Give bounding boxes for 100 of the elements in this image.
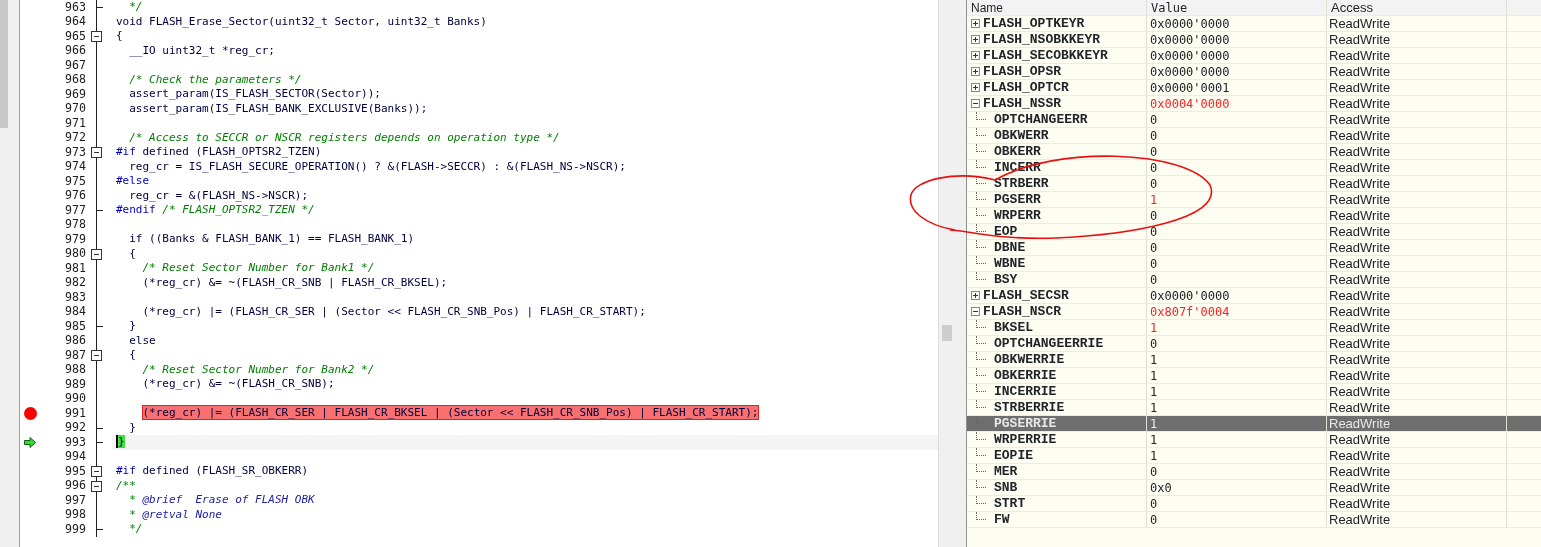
collapse-icon[interactable] [91,466,102,477]
vertical-scrollbar[interactable] [938,0,955,547]
register-name: FLASH_NSSR [983,94,1061,113]
register-name: OPTCHANGEERR [994,110,1088,129]
collapse-icon[interactable] [91,31,102,42]
register-name: BKSEL [994,318,1033,337]
access-mode: ReadWrite [1329,382,1391,401]
code-line: (*reg_cr) &= ~(FLASH_CR_SNB); [141,376,335,392]
access-mode: ReadWrite [1329,366,1391,385]
register-name: WRPERR [994,206,1041,225]
access-mode: ReadWrite [1329,334,1391,353]
breakpoint-icon[interactable] [23,406,37,420]
access-mode: ReadWrite [1329,238,1391,257]
code-line: #endif /* FLASH_OPTSR2_TZEN */ [116,202,315,218]
register-name: OBKERRIE [994,366,1057,385]
expand-icon[interactable] [971,291,980,300]
access-mode: ReadWrite [1329,110,1391,129]
expand-icon[interactable] [971,83,980,92]
register-value: 0 [1150,143,1158,161]
code-line: #if defined (FLASH_OPTSR2_TZEN) [116,144,322,160]
code-line: #else [116,173,150,189]
code-line: reg_cr = &(FLASH_NS->NSCR); [128,187,309,204]
register-value: 1 [1150,447,1158,465]
access-mode: ReadWrite [1329,206,1391,225]
code-line: * @brief Erase of FLASH OBK [128,492,315,508]
access-mode: ReadWrite [1329,430,1391,449]
access-mode: ReadWrite [1329,78,1391,97]
register-value: 0x0 [1150,479,1172,497]
register-value: 0 [1150,111,1158,129]
expand-icon[interactable] [971,67,980,76]
register-name: PGSERRIE [994,414,1057,433]
code-line: } [128,318,136,334]
register-value: 0x0000'0000 [1150,47,1230,65]
register-value: 0 [1150,511,1158,529]
code-line: reg_cr = IS_FLASH_SECURE_OPERATION() ? &(FLASH->SECCR) : &(FLASH_NS->NSCR); [128,158,626,175]
register-name: MER [994,462,1018,481]
collapse-icon[interactable] [971,99,980,108]
expand-icon[interactable] [971,51,980,60]
register-name: WRPERRIE [994,430,1057,449]
code-line: { [116,28,123,44]
register-value: 1 [1150,367,1158,385]
register-value: 0x807f'0004 [1150,303,1230,321]
register-name: OBKWERR [994,126,1049,145]
register-name: OBKWERRIE [994,350,1065,369]
access-mode: ReadWrite [1329,190,1391,209]
access-mode: ReadWrite [1329,222,1391,241]
expand-icon[interactable] [971,35,980,44]
code-line: else [128,332,156,349]
access-mode: ReadWrite [1329,398,1391,417]
register-value: 1 [1150,351,1158,369]
collapse-icon[interactable] [91,248,102,260]
collapse-icon[interactable] [91,480,102,492]
access-mode: ReadWrite [1329,254,1391,273]
code-line: */ [128,521,143,537]
code-line: /* Check the parameters */ [128,71,302,88]
access-mode: ReadWrite [1329,94,1391,113]
register-value: 1 [1150,415,1158,433]
code-line: /* Reset Sector Number for Bank2 */ [141,361,375,378]
code-line: /** [116,477,136,494]
column-header[interactable]: Value [1147,0,1327,15]
register-value: 0x0004'0000 [1150,95,1230,113]
access-mode: ReadWrite [1329,30,1391,49]
scrollbar-thumb[interactable] [0,0,8,128]
register-value: 0x0000'0000 [1150,63,1230,81]
code-line: assert_param(IS_FLASH_SECTOR(Sector)); [128,86,381,102]
access-mode: ReadWrite [1329,478,1391,497]
register-name: FW [994,510,1010,529]
register-value: 1 [1150,399,1158,417]
register-value: 0 [1150,271,1158,289]
column-header[interactable]: Name [967,0,1147,15]
selected-row[interactable]: PGSERRIE 1 ReadWrite [967,416,1541,432]
register-name: INCERRIE [994,382,1057,401]
register-value: 0 [1150,255,1158,273]
register-value: 0 [1150,223,1158,241]
collapse-icon[interactable] [91,147,102,158]
access-mode: ReadWrite [1329,14,1391,33]
column-header[interactable]: Access [1327,0,1507,15]
expand-icon[interactable] [971,19,980,28]
register-name: DBNE [994,238,1026,257]
register-value: 0x0000'0000 [1150,15,1230,33]
access-mode: ReadWrite [1329,158,1391,177]
register-value: 0x0000'0000 [1150,287,1230,305]
register-value: 0 [1150,175,1158,193]
collapse-icon[interactable] [91,350,102,361]
access-mode: ReadWrite [1329,446,1391,465]
register-name: FLASH_SECOBKKEYR [983,46,1108,65]
register-name: EOPIE [994,446,1033,465]
scrollbar-thumb[interactable] [942,325,952,341]
access-mode: ReadWrite [1329,414,1391,433]
access-mode: ReadWrite [1329,350,1391,369]
register-name: PGSERR [994,190,1041,209]
register-name: FLASH_OPSR [983,62,1061,81]
code-line: (*reg_cr) &= ~(FLASH_CR_SNB | FLASH_CR_BKSEL); [141,274,448,291]
access-mode: ReadWrite [1329,462,1391,481]
code-line: /* Reset Sector Number for Bank1 */ [141,260,375,276]
code-line: assert_param(IS_FLASH_BANK_EXCLUSIVE(Banks)); [128,100,428,117]
access-mode: ReadWrite [1329,174,1391,193]
code-line: } [128,419,136,436]
collapse-icon[interactable] [971,307,980,316]
register-value: 1 [1150,319,1158,337]
